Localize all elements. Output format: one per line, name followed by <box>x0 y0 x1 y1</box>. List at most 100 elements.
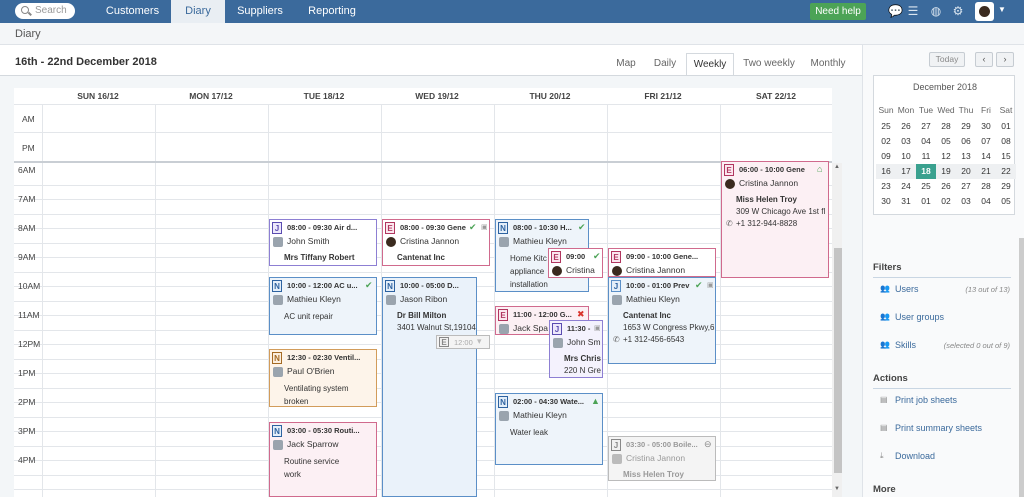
search-input[interactable]: Search <box>15 3 75 19</box>
calendar-day[interactable]: 08 <box>996 134 1016 149</box>
calendar-day[interactable]: 14 <box>976 149 996 164</box>
event-card[interactable]: N 03:00 - 05:30 Routi... Jack Sparrow Ro… <box>269 422 377 497</box>
calendar-day[interactable]: 23 <box>876 179 896 194</box>
user-groups-icon: 👥 <box>880 312 890 321</box>
need-help-button[interactable]: Need help <box>810 3 866 20</box>
print-job-sheets-link[interactable]: Print job sheets <box>895 395 957 405</box>
filter-users[interactable]: Users <box>895 284 919 294</box>
actions-title: Actions <box>873 373 908 384</box>
tab-reporting[interactable]: Reporting <box>297 0 367 23</box>
tab-customers[interactable]: Customers <box>94 0 171 23</box>
view-tab-map[interactable]: Map <box>610 53 642 75</box>
print-summary-sheets-link[interactable]: Print summary sheets <box>895 423 982 433</box>
event-card[interactable]: E 09:00 ✔ Cristina <box>548 248 603 278</box>
calendar-day[interactable]: 25 <box>916 179 936 194</box>
filter-user-groups[interactable]: User groups <box>895 312 944 322</box>
event-card[interactable]: J 10:00 - 01:00 Prev ✔ ▣ Mathieu Kleyn C… <box>608 277 716 364</box>
today-button[interactable]: Today <box>929 52 965 67</box>
week-grid[interactable]: SUN 16/12 MON 17/12 TUE 18/12 WED 19/12 … <box>14 88 832 497</box>
calendar-day[interactable]: 06 <box>956 134 976 149</box>
calendar-day[interactable]: 29 <box>956 119 976 134</box>
event-person: Cristina Jannon <box>626 453 686 463</box>
calendar-day[interactable]: 05 <box>996 194 1016 209</box>
event-card[interactable]: N 10:00 - 05:00 D... Jason Ribon Dr Bill… <box>382 277 477 497</box>
calendar-day[interactable]: 05 <box>936 134 956 149</box>
chevron-down-icon[interactable]: ▼ <box>998 5 1006 14</box>
calendar-day[interactable]: 20 <box>956 164 976 179</box>
grid-line <box>14 161 832 163</box>
calendar-day[interactable]: 01 <box>916 194 936 209</box>
calendar-day[interactable]: 27 <box>916 119 936 134</box>
calendar-day[interactable]: 19 <box>936 164 956 179</box>
event-card[interactable]: E 06:00 - 10:00 Gene ⌂ Cristina Jannon M… <box>721 161 829 278</box>
tab-diary[interactable]: Diary <box>171 0 225 23</box>
view-tab-two-weekly[interactable]: Two weekly <box>740 53 798 75</box>
more-title: More <box>873 484 896 495</box>
event-card[interactable]: N 12:30 - 02:30 Ventil... Paul O'Brien V… <box>269 349 377 407</box>
event-description: work <box>284 470 301 479</box>
calendar-day[interactable]: 07 <box>976 134 996 149</box>
calendar-day[interactable]: 15 <box>996 149 1016 164</box>
event-card[interactable]: J 03:30 - 05:00 Boile... ⊖ Cristina Jann… <box>608 436 716 481</box>
calendar-day[interactable]: 02 <box>876 134 896 149</box>
hour-label: 10AM <box>18 281 41 291</box>
user-avatar[interactable] <box>975 2 994 21</box>
view-tab-weekly[interactable]: Weekly <box>686 53 734 75</box>
calendar-day[interactable]: 13 <box>956 149 976 164</box>
scroll-up-icon[interactable]: ▲ <box>834 164 840 170</box>
event-card[interactable]: N 02:00 - 04:30 Wate... ▲ Mathieu Kleyn … <box>495 393 603 465</box>
chat-icon[interactable]: 💬 <box>888 5 903 17</box>
calendar-day[interactable]: 10 <box>896 149 916 164</box>
calendar-day[interactable]: 04 <box>976 194 996 209</box>
calendar-day[interactable]: 02 <box>936 194 956 209</box>
event-card[interactable]: E 09:00 - 10:00 Gene... Cristina Jannon <box>608 248 716 277</box>
calendar-day[interactable]: 28 <box>976 179 996 194</box>
calendar-day[interactable]: 24 <box>896 179 916 194</box>
event-card[interactable]: E 12:00 ▾ <box>436 335 490 349</box>
prev-week-button[interactable]: ‹ <box>975 52 993 67</box>
hour-label: 1PM <box>18 368 36 378</box>
calendar-day[interactable]: 09 <box>876 149 896 164</box>
view-tab-daily[interactable]: Daily <box>648 53 682 75</box>
tab-suppliers[interactable]: Suppliers <box>225 0 295 23</box>
next-week-button[interactable]: › <box>996 52 1014 67</box>
scroll-down-icon[interactable]: ▼ <box>834 486 840 492</box>
event-customer: Miss Helen Troy <box>736 195 797 204</box>
calendar-day[interactable]: 30 <box>876 194 896 209</box>
calendar-day[interactable]: 26 <box>896 119 916 134</box>
event-card[interactable]: J 11:30 - ▣ John Sm Mrs Chris 220 N Gre <box>549 320 603 378</box>
download-link[interactable]: Download <box>895 451 935 461</box>
event-card[interactable]: N 10:00 - 12:00 AC u... ✔ Mathieu Kleyn … <box>269 277 377 335</box>
calendar-day[interactable]: 30 <box>976 119 996 134</box>
list-icon[interactable]: ☰ <box>907 5 919 17</box>
calendar-scrollbar-thumb[interactable] <box>834 248 842 473</box>
calendar-day[interactable]: 29 <box>996 179 1016 194</box>
gear-icon[interactable]: ⚙ <box>952 5 964 17</box>
calendar-day[interactable]: 01 <box>996 119 1016 134</box>
calendar-day[interactable]: 11 <box>916 149 936 164</box>
calendar-day[interactable]: 16 <box>876 164 896 179</box>
calendar-day[interactable]: 27 <box>956 179 976 194</box>
calendar-day[interactable]: 18 <box>916 164 936 179</box>
row-label-am: AM <box>22 114 35 124</box>
calendar-day[interactable]: 31 <box>896 194 916 209</box>
calendar-day[interactable]: 26 <box>936 179 956 194</box>
calendar-day[interactable]: 04 <box>916 134 936 149</box>
calendar-day[interactable]: 17 <box>896 164 916 179</box>
calendar-day[interactable]: 12 <box>936 149 956 164</box>
calendar-day[interactable]: 21 <box>976 164 996 179</box>
view-tab-monthly[interactable]: Monthly <box>804 53 852 75</box>
calendar-day[interactable]: 22 <box>996 164 1016 179</box>
calendar-day[interactable]: 28 <box>936 119 956 134</box>
calendar-day[interactable]: 25 <box>876 119 896 134</box>
weekday-label: Fri <box>981 105 991 115</box>
filter-skills[interactable]: Skills <box>895 340 916 350</box>
event-card[interactable]: J 08:00 - 09:30 Air d... John Smith Mrs … <box>269 219 377 266</box>
estimate-badge: E <box>498 309 508 321</box>
globe-icon[interactable]: ◍ <box>930 5 942 17</box>
event-card[interactable]: E 08:00 - 09:30 Gene ✔ ▣ Cristina Jannon… <box>382 219 490 266</box>
panel-scrollbar[interactable] <box>1019 238 1024 497</box>
calendar-day[interactable]: 03 <box>956 194 976 209</box>
calendar-day[interactable]: 03 <box>896 134 916 149</box>
event-address: 220 N Gre <box>564 366 601 375</box>
